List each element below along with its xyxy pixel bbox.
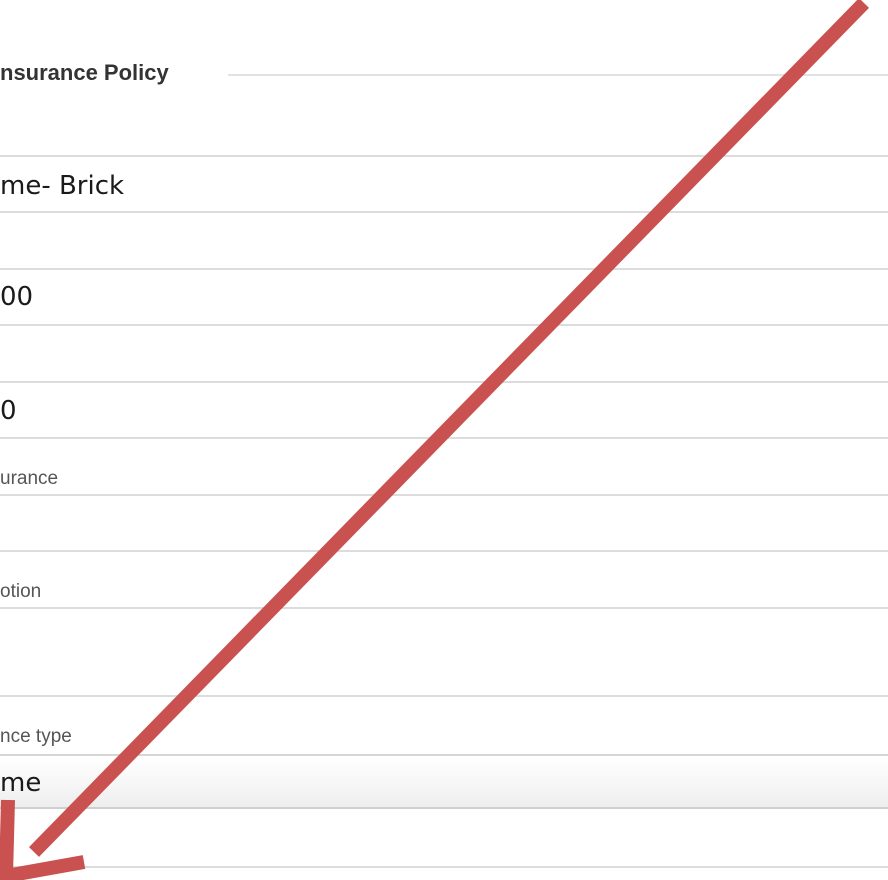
input-bottom-border bbox=[0, 324, 888, 326]
input-bottom-border bbox=[0, 437, 888, 439]
text-input-1[interactable]: me- Brick bbox=[0, 157, 888, 211]
insurance-type-select[interactable]: me bbox=[0, 754, 888, 809]
field-label: nce type bbox=[0, 726, 72, 747]
input-bottom-border bbox=[0, 550, 888, 552]
input-value: 0 bbox=[0, 396, 17, 426]
legend-divider bbox=[228, 74, 888, 76]
arrow-head-icon bbox=[0, 799, 86, 880]
textarea-description[interactable] bbox=[0, 609, 888, 695]
annotation-arrow bbox=[0, 0, 870, 880]
fieldset-legend-row: nsurance Policy bbox=[0, 50, 888, 100]
field-label: urance bbox=[0, 468, 59, 489]
section-bottom-border bbox=[0, 866, 888, 868]
input-bottom-border bbox=[0, 211, 888, 213]
textarea-bottom-border bbox=[0, 695, 888, 697]
select-value: me bbox=[0, 768, 42, 798]
input-value: 00 bbox=[0, 282, 34, 312]
text-input-2[interactable]: 00 bbox=[0, 270, 888, 324]
input-value: me- Brick bbox=[0, 171, 125, 201]
text-input-3[interactable]: 0 bbox=[0, 383, 888, 437]
field-label: otion bbox=[0, 581, 42, 602]
form-page: nsurance Policy me- Brick 00 0 urance ot… bbox=[0, 0, 888, 880]
text-input-4[interactable] bbox=[0, 496, 888, 550]
fieldset-legend: nsurance Policy bbox=[0, 60, 169, 85]
